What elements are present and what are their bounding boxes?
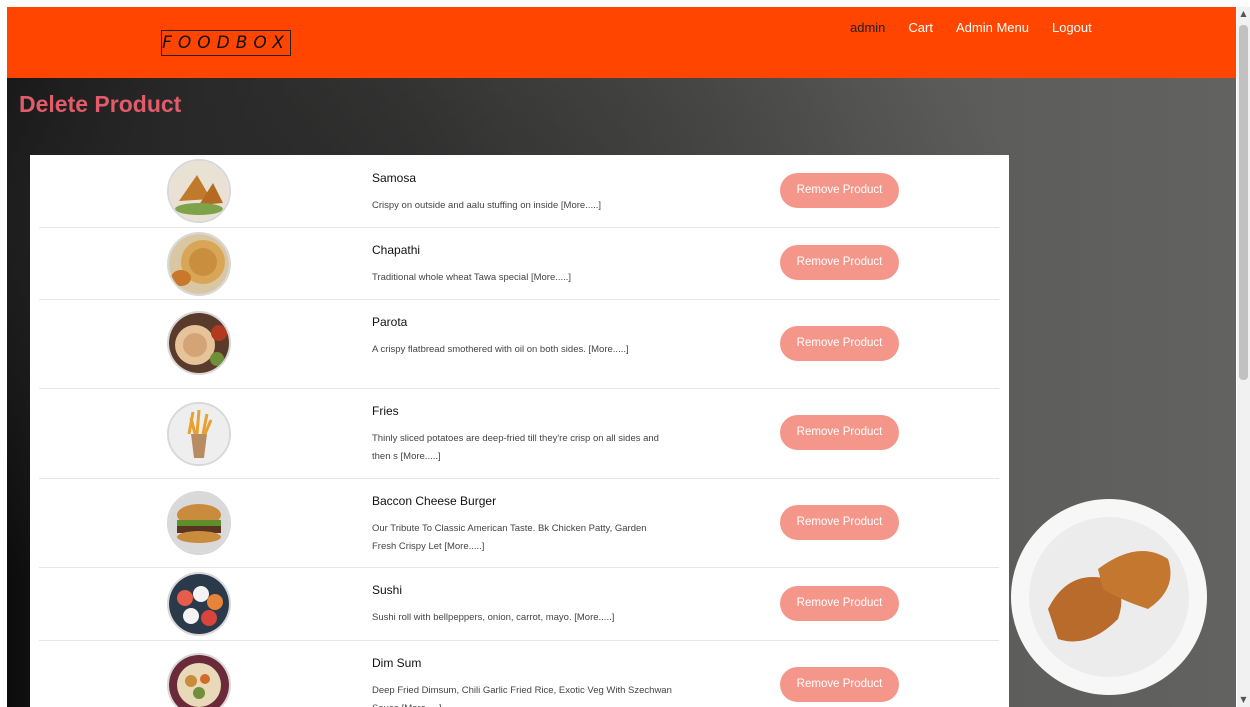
product-name: Fries [372, 404, 399, 418]
remove-product-button[interactable]: Remove Product [780, 415, 899, 450]
remove-product-button[interactable]: Remove Product [780, 505, 899, 540]
brand-logo[interactable]: FOODBOX [161, 30, 291, 56]
product-row: Sushi Sushi roll with bellpeppers, onion… [39, 568, 999, 641]
product-description: A crispy flatbread smothered with oil on… [372, 344, 629, 355]
navbar: FOODBOX admin Cart Admin Menu Logout [7, 7, 1236, 78]
page-background: FOODBOX admin Cart Admin Menu Logout Del… [7, 7, 1236, 707]
product-description: Traditional whole wheat Tawa special [Mo… [372, 272, 572, 283]
scroll-down-arrow-icon[interactable]: ▼ [1237, 693, 1250, 707]
product-name: Samosa [372, 171, 417, 185]
parota-image [167, 311, 231, 375]
sushi-image [167, 572, 231, 636]
dimsum-image [167, 653, 231, 707]
product-row: Samosa Crispy on outside and aalu stuffi… [39, 155, 999, 228]
page-title: Delete Product [19, 91, 182, 117]
remove-product-button[interactable]: Remove Product [780, 326, 899, 361]
product-description: Deep Fried Dimsum, Chili Garlic Fried Ri… [372, 685, 672, 707]
product-name: Parota [372, 315, 408, 329]
product-row: Fries Thinly sliced potatoes are deep-fr… [39, 389, 999, 479]
remove-product-button[interactable]: Remove Product [780, 245, 899, 280]
nav-user-link[interactable]: admin [850, 20, 885, 35]
croissant-plate-image [1008, 499, 1210, 695]
nav-admin-menu-link[interactable]: Admin Menu [956, 20, 1029, 35]
product-row: Dim Sum Deep Fried Dimsum, Chili Garlic … [39, 641, 999, 707]
product-description: Crispy on outside and aalu stuffing on i… [372, 200, 602, 211]
product-description: Sushi roll with bellpeppers, onion, carr… [372, 612, 615, 623]
product-row: Baccon Cheese Burger Our Tribute To Clas… [39, 479, 999, 568]
chapathi-image [167, 232, 231, 296]
product-row: Chapathi Traditional whole wheat Tawa sp… [39, 228, 999, 300]
nav-logout-link[interactable]: Logout [1052, 20, 1092, 35]
product-name: Chapathi [372, 243, 421, 257]
samosa-image [167, 159, 231, 223]
product-name: Dim Sum [372, 656, 422, 670]
burger-image [167, 491, 231, 555]
nav-links: admin Cart Admin Menu Logout [850, 20, 1115, 35]
product-name: Baccon Cheese Burger [372, 494, 497, 508]
product-description: Thinly sliced potatoes are deep-fried ti… [372, 433, 659, 462]
scrollbar[interactable]: ▲ ▼ [1237, 7, 1250, 707]
remove-product-button[interactable]: Remove Product [780, 667, 899, 702]
product-list: Samosa Crispy on outside and aalu stuffi… [30, 155, 1009, 707]
nav-cart-link[interactable]: Cart [908, 20, 933, 35]
scroll-up-arrow-icon[interactable]: ▲ [1237, 7, 1250, 21]
product-name: Sushi [372, 583, 403, 597]
scrollbar-thumb[interactable] [1239, 25, 1248, 380]
product-row: Parota A crispy flatbread smothered with… [39, 300, 999, 389]
remove-product-button[interactable]: Remove Product [780, 586, 899, 621]
fries-image [167, 402, 231, 466]
remove-product-button[interactable]: Remove Product [780, 173, 899, 208]
product-description: Our Tribute To Classic American Taste. B… [372, 523, 647, 552]
